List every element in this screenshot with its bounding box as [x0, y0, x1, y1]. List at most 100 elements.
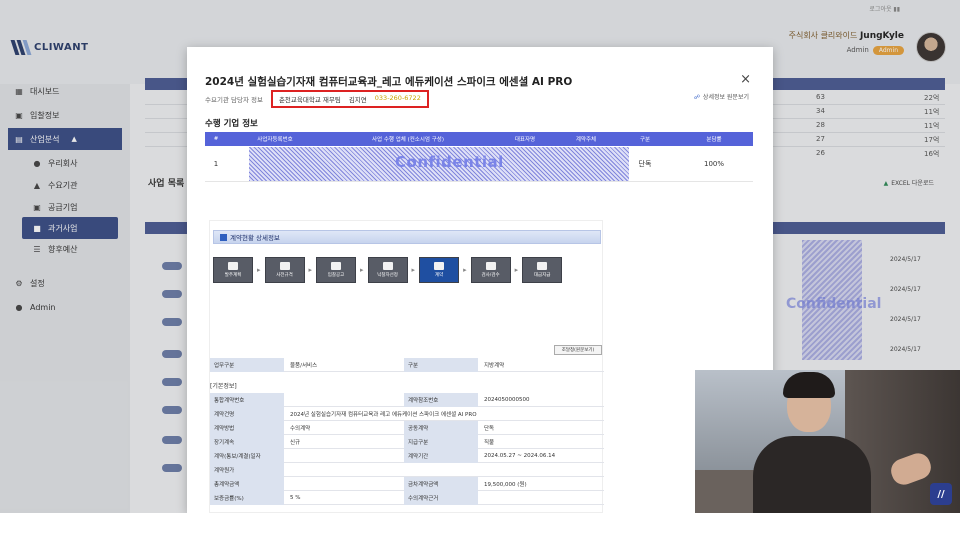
- table-row: 총계약금액 금차계약금액 19,500,000 (원): [210, 477, 604, 491]
- modal-title: 2024년 실험실습기자재 컴퓨터교육과_레고 에듀케이션 스파이크 에센셜 A…: [205, 76, 573, 88]
- contact-label: 수요기관 담당자 정보: [205, 96, 263, 104]
- field-value: [480, 491, 600, 505]
- col-header: 구분: [639, 137, 651, 143]
- chart-icon: [331, 262, 342, 270]
- field-label: 구분: [404, 358, 478, 372]
- contact-name: 김지연: [348, 96, 367, 104]
- field-label: 계약방법: [210, 421, 284, 435]
- contract-status-header: 계약현황 상세정보: [213, 230, 601, 244]
- box-icon: [485, 262, 496, 270]
- calendar-icon: [228, 262, 238, 270]
- contract-status-title: 계약현황 상세정보: [230, 234, 280, 242]
- step-bid-notice[interactable]: 입찰공고: [316, 257, 357, 283]
- close-icon[interactable]: ×: [740, 72, 751, 87]
- col-header: 사업 수행 업체 (컨소시엄 구성): [371, 137, 444, 143]
- field-value: 5 %: [290, 495, 301, 501]
- step-label: 발주계획: [224, 273, 242, 278]
- col-header: 분담률: [706, 137, 722, 143]
- screen-frame: CLIWANT 로그아웃 ▮▮ 주식회사 클리와이드 JungKyle Admi…: [0, 0, 960, 513]
- arrow-right-icon: ▸: [308, 266, 313, 274]
- step-label: 입찰공고: [327, 273, 345, 278]
- contact-org: 춘천교육대학교 재무팀: [278, 96, 341, 104]
- document-icon: [220, 233, 227, 241]
- step-payment[interactable]: 대금지급: [522, 257, 563, 283]
- col-header: 대표자명: [514, 137, 536, 143]
- field-label: 총계약금액: [210, 477, 284, 491]
- step-label: 계약: [434, 273, 444, 278]
- row-number: 1: [213, 159, 219, 168]
- field-label: 장기계속: [210, 435, 284, 449]
- step-order-plan[interactable]: 발주계획: [213, 257, 253, 283]
- field-label: 계약원가: [210, 463, 284, 477]
- field-value: 2024050000500: [484, 397, 530, 403]
- monitor-icon: [279, 262, 290, 270]
- field-value: 수의계약: [290, 426, 311, 432]
- step-pre-spec[interactable]: 사전규격: [264, 257, 305, 283]
- step-label: 대금지급: [533, 273, 551, 278]
- field-value: 2024년 실험실습기자재 컴퓨터교육과 레고 에듀케이션 스파이크 에센셜 A…: [290, 412, 477, 418]
- step-contract[interactable]: 계약: [419, 257, 460, 283]
- field-label: 계약참조번호: [404, 393, 478, 407]
- basic-info-heading: [기본정보]: [210, 383, 237, 390]
- field-label: 공동계약: [404, 421, 478, 435]
- view-original-button[interactable]: 조달청(원문보기): [554, 345, 602, 355]
- confidential-watermark: Confidential: [395, 153, 504, 171]
- arrow-right-icon: ▸: [257, 266, 261, 274]
- field-value: [286, 393, 402, 407]
- contact-highlight-box: 춘천교육대학교 재무팀 김지연 033-260-6722: [270, 90, 429, 108]
- table-row: 계약원가: [210, 463, 604, 477]
- field-label: 계약건명: [210, 407, 284, 421]
- step-label: 검사/검수: [481, 273, 500, 278]
- field-value: 신규: [290, 440, 301, 446]
- field-value: [286, 477, 402, 491]
- arrow-right-icon: ▸: [514, 266, 519, 274]
- step-label: 사전규격: [276, 273, 293, 278]
- table-row: 계약건명 2024년 실험실습기자재 컴퓨터교육과 레고 에듀케이션 스파이크 …: [210, 407, 604, 421]
- arrow-right-icon: ▸: [463, 266, 467, 274]
- check-icon: [382, 262, 393, 270]
- field-value: 19,500,000 (원): [484, 482, 527, 488]
- contact-phone[interactable]: 033-260-6722: [375, 94, 421, 104]
- field-label: 수의계약근거: [404, 491, 478, 505]
- row-share: 100%: [703, 159, 724, 168]
- section-title: 수행 기업 정보: [205, 119, 258, 129]
- field-value: 지방계약: [484, 363, 505, 369]
- field-value: 단독: [484, 426, 495, 432]
- bottom-strip: [0, 513, 960, 540]
- table-row: 보증금률(%) 5 % 수의계약근거: [210, 491, 604, 505]
- project-detail-modal: 2024년 실험실습기자재 컴퓨터교육과_레고 에듀케이션 스파이크 에센셜 A…: [187, 47, 773, 513]
- col-header: 사업자등록번호: [257, 137, 293, 143]
- arrow-right-icon: ▸: [411, 266, 416, 274]
- vendor-table-header: # 사업자등록번호 사업 수행 업체 (컨소시엄 구성) 대표자명 계약주체 구…: [205, 132, 753, 146]
- field-label: 보증금률(%): [210, 491, 284, 505]
- table-row: 업무구분 물품/서비스 구분 지방계약: [210, 358, 604, 372]
- detail-link-label: 상세정보 원문보기: [702, 94, 749, 101]
- contact-info: 수요기관 담당자 정보 춘천교육대학교 재무팀 김지연 033-260-6722: [205, 90, 429, 108]
- table-row: 계약방법 수의계약 공동계약 단독: [210, 421, 604, 435]
- process-steps: 발주계획 ▸ 사전규격 ▸ 입찰공고 ▸ 낙찰자선정 ▸ 계약 ▸ 검사/검수 …: [213, 257, 563, 283]
- field-label: 계약(통보/계결)일자: [210, 449, 284, 463]
- field-label: 지급구분: [404, 435, 478, 449]
- field-label: 통합계약번호: [210, 393, 284, 407]
- col-header: #: [213, 136, 219, 142]
- field-value: 직불: [484, 440, 495, 446]
- step-label: 낙찰자선정: [377, 273, 398, 278]
- step-inspection[interactable]: 검사/검수: [470, 257, 511, 283]
- field-value: [286, 449, 402, 463]
- field-label: 금차계약금액: [404, 477, 478, 491]
- step-winner[interactable]: 낙찰자선정: [367, 257, 408, 283]
- field-value: 물품/서비스: [290, 363, 318, 369]
- field-value: [286, 463, 402, 477]
- table-row: 장기계속 신규 지급구분 직불: [210, 435, 604, 449]
- pen-icon: [434, 262, 445, 270]
- detail-source-link[interactable]: ☍ 상세정보 원문보기: [694, 92, 749, 101]
- money-icon: [537, 262, 548, 270]
- field-label: 업무구분: [210, 358, 284, 372]
- webcam-person-body: [753, 436, 871, 513]
- channel-logo-icon: //: [930, 483, 952, 505]
- field-label: 계약기간: [404, 449, 478, 463]
- link-icon: ☍: [693, 94, 700, 101]
- table-row: 계약(통보/계결)일자 계약기간 2024.05.27 ~ 2024.06.14: [210, 449, 604, 463]
- arrow-right-icon: ▸: [360, 266, 364, 274]
- col-header: 계약주체: [575, 137, 597, 143]
